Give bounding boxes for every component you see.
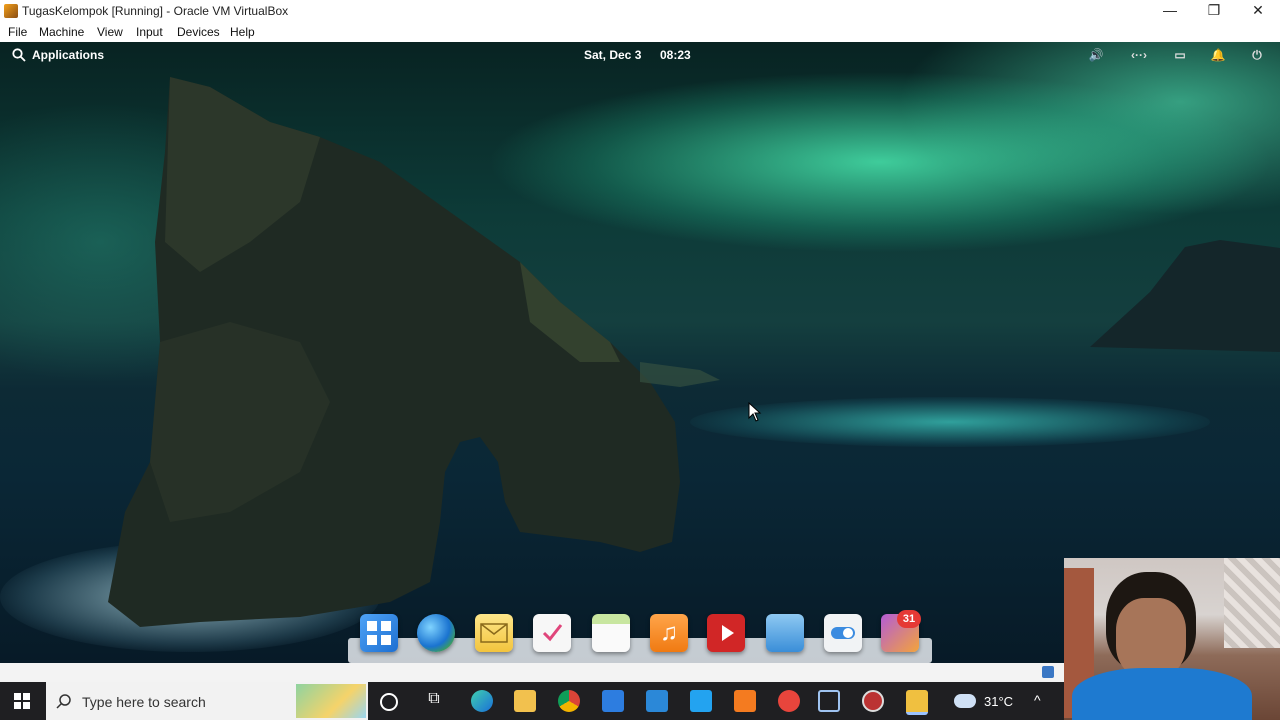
file-explorer-icon[interactable] [514, 690, 536, 712]
search-highlight-image [296, 684, 366, 718]
weather-temperature[interactable]: 31°C [984, 694, 1013, 709]
menu-help[interactable]: Help [230, 25, 255, 39]
photos-icon[interactable] [766, 614, 804, 652]
menu-file[interactable]: File [8, 25, 27, 39]
calendar-icon[interactable] [592, 614, 630, 652]
guest-topbar: Applications Sat, Dec 3 08:23 🔊 ‹··› ▭ 🔔… [0, 42, 1280, 68]
app-circle-icon[interactable] [862, 690, 884, 712]
app-center-badge: 31 [897, 610, 921, 628]
person-face [1116, 598, 1186, 678]
minimize-button[interactable]: — [1148, 0, 1192, 22]
guest-dock: ♫ 31 [348, 610, 932, 663]
power-icon[interactable]: ⏻ [1248, 47, 1266, 63]
close-button[interactable]: ✕ [1236, 0, 1280, 22]
clock-date[interactable]: Sat, Dec 3 [584, 48, 641, 62]
menu-input[interactable]: Input [136, 25, 163, 39]
workspace-switcher-icon[interactable] [360, 614, 398, 652]
search-placeholder: Type here to search [82, 694, 206, 710]
store-icon[interactable] [602, 690, 624, 712]
music-icon[interactable]: ♫ [650, 614, 688, 652]
restore-button[interactable]: ❐ [1192, 0, 1236, 22]
virtualbox-taskbar-icon[interactable] [818, 690, 840, 712]
volume-icon[interactable]: 🔊 [1087, 47, 1105, 63]
menu-devices[interactable]: Devices [177, 25, 220, 39]
edge-icon[interactable] [471, 690, 493, 712]
weather-cloud-icon[interactable] [954, 694, 976, 708]
window-title: TugasKelompok [Running] - Oracle VM Virt… [22, 4, 289, 18]
videos-icon[interactable] [707, 614, 745, 652]
tasks-icon[interactable] [533, 614, 571, 652]
menu-machine[interactable]: Machine [39, 25, 84, 39]
windows-start-icon[interactable] [14, 693, 30, 709]
webcam-overlay [1064, 558, 1280, 720]
vbox-status-icon[interactable] [1042, 666, 1054, 678]
person-shirt [1072, 668, 1252, 720]
settings-icon[interactable] [824, 614, 862, 652]
window-titlebar: TugasKelompok [Running] - Oracle VM Virt… [0, 0, 1280, 22]
mouse-cursor-icon [748, 402, 762, 422]
battery-icon[interactable]: ▭ [1170, 47, 1190, 63]
menu-view[interactable]: View [97, 25, 123, 39]
menubar: File Machine View Input Devices Help [0, 22, 1280, 43]
web-browser-icon[interactable] [417, 614, 455, 652]
clock-time[interactable]: 08:23 [660, 48, 691, 62]
taskbar-search-box[interactable]: Type here to search [46, 682, 368, 720]
mail-icon[interactable] [646, 690, 668, 712]
app-red-icon[interactable] [778, 690, 800, 712]
virtualbox-logo-icon [4, 4, 18, 18]
app-yellow-icon[interactable] [906, 690, 928, 715]
cortana-icon[interactable] [380, 693, 398, 711]
search-icon [56, 694, 71, 709]
applications-menu[interactable]: Applications [32, 48, 104, 62]
chrome-icon[interactable] [558, 690, 580, 712]
headland-right [1090, 240, 1280, 352]
mail-icon[interactable] [475, 614, 513, 652]
notifications-icon[interactable]: 🔔 [1209, 47, 1227, 63]
vscode-icon[interactable] [690, 690, 712, 712]
xampp-icon[interactable] [734, 690, 756, 712]
tray-chevron-icon[interactable]: ^ [1034, 692, 1041, 708]
network-icon[interactable]: ‹··› [1128, 47, 1150, 63]
search-icon[interactable] [12, 48, 26, 62]
task-view-icon[interactable]: ⧉ [423, 690, 445, 712]
